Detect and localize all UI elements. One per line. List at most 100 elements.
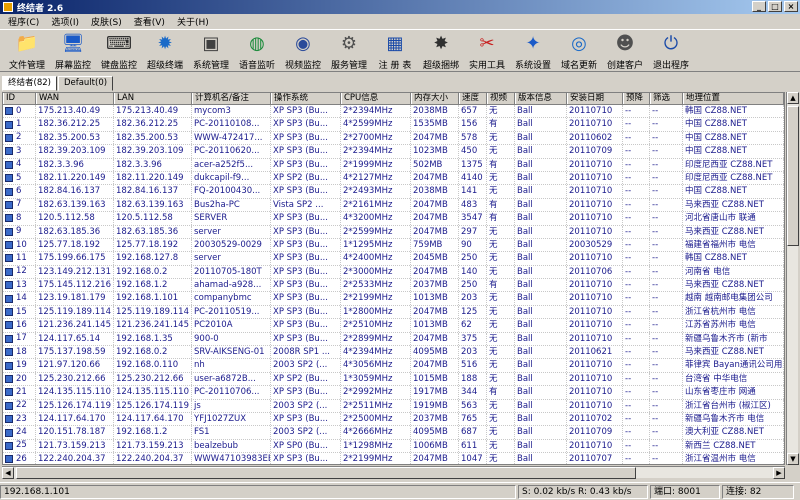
- table-row[interactable]: 2 182.35.200.53 182.35.200.53 WWW-472417...…: [3, 131, 784, 146]
- table-cell: XP SP2 (Bu...: [271, 372, 341, 386]
- table-row[interactable]: 7 182.63.139.163 182.63.139.163 Bus2ha-PC Vi…: [3, 198, 784, 213]
- row-id-cell: 1: [3, 118, 36, 131]
- column-header-cell[interactable]: CPU信息: [341, 93, 411, 104]
- table-row[interactable]: 8 120.5.112.58 120.5.112.58 SERVER XP SP3 (B…: [3, 212, 784, 226]
- computer-icon: [5, 241, 13, 250]
- toolbar-button-9[interactable]: ✸ 超级捆绑: [418, 30, 464, 72]
- table-row[interactable]: 18 175.137.198.59 192.168.0.2 SRV-AIKSENG-0…: [3, 346, 784, 360]
- column-header-cell[interactable]: 版本信息: [515, 93, 567, 104]
- table-row[interactable]: 5 182.11.220.149 182.11.220.149 dukcapil-f9…: [3, 171, 784, 186]
- column-header-cell[interactable]: 预降: [623, 93, 650, 104]
- computer-icon: [5, 174, 13, 183]
- column-header-cell[interactable]: WAN: [36, 93, 114, 104]
- table-cell: --: [623, 412, 650, 426]
- table-row[interactable]: 0 175.213.40.49 175.213.40.49 mycom3 XP SP3 …: [3, 105, 784, 119]
- menu-options[interactable]: 选项(I): [45, 15, 85, 28]
- table-cell: 无: [487, 426, 515, 439]
- table-row[interactable]: 15 125.119.189.114 125.119.189.114 PC-20110…: [3, 305, 784, 320]
- table-row[interactable]: 1 182.36.212.25 182.36.212.25 PC-20110108..…: [3, 118, 784, 132]
- minimize-button[interactable]: _: [752, 1, 766, 12]
- toolbar-button-1[interactable]: 🖥 屏幕监控: [50, 30, 96, 72]
- table-row[interactable]: 25 121.73.159.213 121.73.159.213 bealzebub X…: [3, 439, 784, 454]
- column-header-cell[interactable]: 地理位置: [683, 93, 784, 104]
- table-cell: 182.63.139.163: [36, 198, 114, 212]
- table-row[interactable]: 21 124.135.115.110 124.135.115.110 PC-20110…: [3, 386, 784, 400]
- toolbar-button-6[interactable]: ◉ 视频监控: [280, 30, 326, 72]
- column-header-cell[interactable]: LAN: [114, 93, 192, 104]
- table-cell: 123.149.212.131: [36, 265, 114, 279]
- table-row[interactable]: 16 121.236.241.145 121.236.241.145 PC2010A X…: [3, 319, 784, 333]
- column-header-cell[interactable]: 安装日期: [567, 93, 623, 104]
- menu-program[interactable]: 程序(C): [2, 15, 45, 28]
- table-row[interactable]: 17 124.117.65.14 192.168.1.35 900-0 XP SP3 (…: [3, 332, 784, 347]
- table-row[interactable]: 23 124.117.64.170 124.117.64.170 YFJ1027ZUX…: [3, 412, 784, 427]
- computer-icon: [5, 267, 13, 276]
- scroll-left-arrow[interactable]: ◀: [2, 467, 14, 479]
- toolbar-button-label: 屏幕监控: [54, 61, 91, 71]
- horizontal-scroll-thumb[interactable]: [16, 467, 636, 479]
- scroll-down-arrow[interactable]: ▼: [787, 453, 799, 465]
- table-cell: 182.63.139.163: [114, 198, 192, 212]
- toolbar-button-12[interactable]: ◎ 域名更新: [556, 30, 602, 72]
- close-button[interactable]: ×: [784, 1, 798, 12]
- toolbar-button-14[interactable]: ⏻ 退出程序: [648, 30, 694, 72]
- vertical-scrollbar[interactable]: ▲ ▼: [786, 92, 799, 465]
- table-cell: 182.3.3.96: [114, 158, 192, 171]
- horizontal-scrollbar[interactable]: ◀ ▶: [2, 466, 785, 479]
- toolbar-button-5[interactable]: ◍ 语音监听: [234, 30, 280, 72]
- table-row[interactable]: 9 182.63.185.36 182.63.185.36 server XP SP3 …: [3, 225, 784, 239]
- tab-default[interactable]: Default(0): [57, 76, 114, 91]
- table-row[interactable]: 20 125.230.212.66 125.230.212.66 user-a6872…: [3, 372, 784, 387]
- menu-skin[interactable]: 皮肤(S): [85, 15, 128, 28]
- menu-about[interactable]: 关于(H): [171, 15, 215, 28]
- vertical-scroll-thumb[interactable]: [787, 106, 799, 246]
- toolbar-button-8[interactable]: ▦ 注 册 表: [372, 30, 418, 72]
- table-row[interactable]: 14 123.19.181.179 192.168.1.101 companybmc X…: [3, 292, 784, 306]
- table-row[interactable]: 13 175.145.112.216 192.168.1.2 ahamad-a928.…: [3, 279, 784, 293]
- toolbar-button-2[interactable]: ⌨ 键盘监控: [96, 30, 142, 72]
- column-header-cell[interactable]: 速度: [459, 93, 487, 104]
- table-row[interactable]: 19 121.97.120.66 192.168.0.110 nh 2003 SP2 (…: [3, 359, 784, 373]
- table-cell: --: [650, 252, 683, 265]
- column-header-cell[interactable]: 筛选: [650, 93, 683, 104]
- menu-view[interactable]: 查看(V): [128, 15, 171, 28]
- table-row[interactable]: 12 123.149.212.131 192.168.0.2 20110705-180…: [3, 265, 784, 280]
- table-cell: 297: [459, 225, 487, 238]
- toolbar-button-7[interactable]: ⚙ 服务管理: [326, 30, 372, 72]
- table-row[interactable]: 6 182.84.16.137 182.84.16.137 FQ-20100430..…: [3, 185, 784, 199]
- table-row[interactable]: 22 125.126.174.119 125.126.174.119 js 2003 S…: [3, 399, 784, 413]
- table-cell: 无: [487, 292, 515, 305]
- column-header-cell[interactable]: 内存大小: [411, 93, 459, 104]
- toolbar-button-0[interactable]: 📁 文件管理: [4, 30, 50, 72]
- table-row[interactable]: 24 120.151.78.187 192.168.1.2 FS1 2003 SP2 (…: [3, 426, 784, 440]
- column-header-cell[interactable]: ID: [3, 93, 36, 104]
- toolbar-button-11[interactable]: ✦ 系统设置: [510, 30, 556, 72]
- client-list[interactable]: ID WAN LAN 计算机名/备注 操作系统 CPU信息 内存大小 速度 视频 版本信息 安装日期…: [2, 92, 785, 465]
- table-cell: Ball: [515, 412, 567, 426]
- toolbar-button-13[interactable]: ☻ 创建客户: [602, 30, 648, 72]
- column-header-cell[interactable]: 计算机名/备注: [192, 93, 271, 104]
- scroll-right-arrow[interactable]: ▶: [773, 467, 785, 479]
- column-header-cell[interactable]: 操作系统: [271, 93, 341, 104]
- toolbar-button-4[interactable]: ▣ 系统管理: [188, 30, 234, 72]
- table-row[interactable]: 3 182.39.203.109 182.39.203.109 PC-20110620…: [3, 145, 784, 159]
- column-header-cell[interactable]: 视频: [487, 93, 515, 104]
- maximize-button[interactable]: □: [768, 1, 782, 12]
- scroll-up-arrow[interactable]: ▲: [787, 92, 799, 104]
- table-cell: 1*1298MHz: [341, 439, 411, 453]
- table-cell: 182.11.220.149: [114, 171, 192, 185]
- toolbar-button-10[interactable]: ✂ 实用工具: [464, 30, 510, 72]
- table-row[interactable]: 10 125.77.18.192 125.77.18.192 20030529-002…: [3, 238, 784, 253]
- toolbar-button-3[interactable]: ✹ 超级终端: [142, 30, 188, 72]
- toolbar-button-label: 服务管理: [330, 61, 367, 71]
- table-cell: 2047MB: [411, 131, 459, 145]
- tab-terminator[interactable]: 终结者(82): [2, 76, 57, 91]
- table-cell: 20110710: [567, 279, 623, 292]
- table-row[interactable]: 4 182.3.3.96 182.3.3.96 acer-a252f5... XP SP…: [3, 158, 784, 172]
- table-row[interactable]: 26 122.240.204.37 122.240.204.37 WWW4710398…: [3, 453, 784, 464]
- row-id-cell: 20: [3, 372, 36, 386]
- table-cell: 124.117.65.14: [36, 332, 114, 346]
- table-row[interactable]: 11 175.199.66.175 192.168.127.8 server XP SP…: [3, 252, 784, 266]
- table-cell: 900-0: [192, 332, 271, 346]
- row-id: 21: [16, 386, 27, 397]
